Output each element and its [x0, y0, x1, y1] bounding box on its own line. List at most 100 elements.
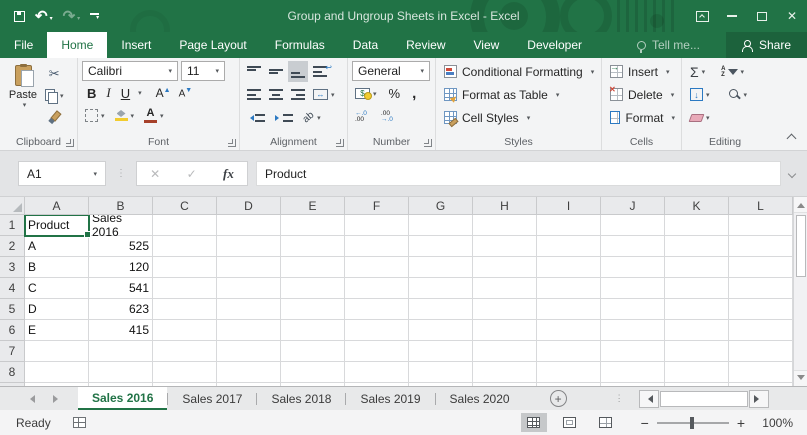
cell-I5[interactable] [537, 299, 601, 320]
cell-J5[interactable] [601, 299, 665, 320]
align-left-button[interactable] [244, 84, 264, 105]
zoom-slider[interactable] [657, 422, 729, 424]
cell-B7[interactable] [89, 341, 153, 362]
sheet-tab-sales-2016[interactable]: Sales 2016 [78, 387, 167, 410]
cell-I8[interactable] [537, 362, 601, 383]
cell-L5[interactable] [729, 299, 793, 320]
undo-dropdown-icon[interactable]: ▾ [50, 16, 53, 24]
cell-K5[interactable] [665, 299, 729, 320]
underline-dropdown-icon[interactable]: ▾ [138, 89, 142, 97]
cell-J8[interactable] [601, 362, 665, 383]
conditional-formatting-button[interactable]: Conditional Formatting▾ [440, 61, 599, 82]
number-dialog-launcher-icon[interactable] [424, 139, 432, 147]
cell-J4[interactable] [601, 278, 665, 299]
format-cells-button[interactable]: Format▾ [606, 107, 679, 128]
cell-K4[interactable] [665, 278, 729, 299]
cell-E8[interactable] [281, 362, 345, 383]
new-sheet-button[interactable]: + [550, 390, 567, 407]
cell-E4[interactable] [281, 278, 345, 299]
save-button[interactable] [14, 11, 25, 22]
cell-C7[interactable] [153, 341, 217, 362]
cell-J2[interactable] [601, 236, 665, 257]
cell-K1[interactable] [665, 215, 729, 236]
cell-D8[interactable] [217, 362, 281, 383]
insert-function-icon[interactable]: fx [223, 166, 234, 182]
ribbon-tab-page-layout[interactable]: Page Layout [165, 32, 260, 58]
cell-J6[interactable] [601, 320, 665, 341]
cell-E7[interactable] [281, 341, 345, 362]
cell-F6[interactable] [345, 320, 409, 341]
cell-D5[interactable] [217, 299, 281, 320]
cell-K2[interactable] [665, 236, 729, 257]
column-header-J[interactable]: J [601, 197, 665, 215]
cell-B1[interactable]: Sales 2016 [89, 215, 153, 236]
cell-F7[interactable] [345, 341, 409, 362]
cell-K7[interactable] [665, 341, 729, 362]
decrease-decimal-button[interactable]: .00→.0 [378, 106, 396, 127]
formula-input[interactable]: Product [256, 161, 781, 186]
paste-dropdown-icon[interactable]: ▾ [23, 101, 27, 109]
ribbon-tab-file[interactable]: File [0, 32, 47, 58]
ribbon-tab-formulas[interactable]: Formulas [261, 32, 339, 58]
cell-K6[interactable] [665, 320, 729, 341]
page-break-view-button[interactable] [593, 413, 619, 432]
minimize-button[interactable] [717, 0, 747, 32]
ribbon-tab-data[interactable]: Data [339, 32, 392, 58]
cell-D6[interactable] [217, 320, 281, 341]
cell-G7[interactable] [409, 341, 473, 362]
increase-indent-button[interactable] [272, 107, 296, 128]
align-right-button[interactable] [288, 84, 308, 105]
cell-E1[interactable] [281, 215, 345, 236]
cell-A7[interactable] [25, 341, 89, 362]
bold-button[interactable]: B [82, 83, 101, 103]
cell-H6[interactable] [473, 320, 537, 341]
fill-button[interactable]: ↓▾ [686, 84, 714, 105]
cell-G8[interactable] [409, 362, 473, 383]
cell-H3[interactable] [473, 257, 537, 278]
cell-H1[interactable] [473, 215, 537, 236]
cell-G2[interactable] [409, 236, 473, 257]
orientation-button[interactable]: ab▾ [300, 107, 324, 128]
cell-D7[interactable] [217, 341, 281, 362]
cell-F8[interactable] [345, 362, 409, 383]
name-box-dropdown-icon[interactable]: ▾ [93, 170, 97, 178]
paste-button[interactable]: Paste ▾ [4, 61, 42, 134]
tell-me-box[interactable]: Tell me... [611, 32, 726, 58]
cell-A9[interactable] [25, 383, 89, 386]
cell-C5[interactable] [153, 299, 217, 320]
cell-G5[interactable] [409, 299, 473, 320]
comma-style-button[interactable]: , [409, 83, 419, 104]
cell-B4[interactable]: 541 [89, 278, 153, 299]
cell-B2[interactable]: 525 [89, 236, 153, 257]
close-button[interactable]: ✕ [777, 0, 807, 32]
row-header-3[interactable]: 3 [0, 257, 25, 278]
cell-C9[interactable] [153, 383, 217, 386]
cell-G4[interactable] [409, 278, 473, 299]
cell-E5[interactable] [281, 299, 345, 320]
cell-A4[interactable]: C [25, 278, 89, 299]
ribbon-tab-developer[interactable]: Developer [513, 32, 596, 58]
cell-L1[interactable] [729, 215, 793, 236]
row-header-1[interactable]: 1 [0, 215, 25, 236]
sort-filter-button[interactable]: AZ▾ [717, 61, 748, 82]
cut-button[interactable]: ✂ [42, 63, 67, 84]
cell-L2[interactable] [729, 236, 793, 257]
top-align-button[interactable] [244, 61, 264, 82]
cell-A6[interactable]: E [25, 320, 89, 341]
ribbon-tab-insert[interactable]: Insert [107, 32, 165, 58]
font-size-combo[interactable]: 11▾ [181, 61, 225, 81]
cell-H2[interactable] [473, 236, 537, 257]
cell-K8[interactable] [665, 362, 729, 383]
cell-I6[interactable] [537, 320, 601, 341]
scroll-down-icon[interactable] [794, 370, 807, 386]
cell-A2[interactable]: A [25, 236, 89, 257]
row-header-6[interactable]: 6 [0, 320, 25, 341]
cell-D1[interactable] [217, 215, 281, 236]
cell-C2[interactable] [153, 236, 217, 257]
row-header-4[interactable]: 4 [0, 278, 25, 299]
horizontal-scrollbar-thumb[interactable] [660, 391, 748, 407]
cell-F4[interactable] [345, 278, 409, 299]
cell-L4[interactable] [729, 278, 793, 299]
row-header-9[interactable]: 9 [0, 383, 25, 386]
name-box[interactable]: A1 ▾ [18, 161, 106, 186]
